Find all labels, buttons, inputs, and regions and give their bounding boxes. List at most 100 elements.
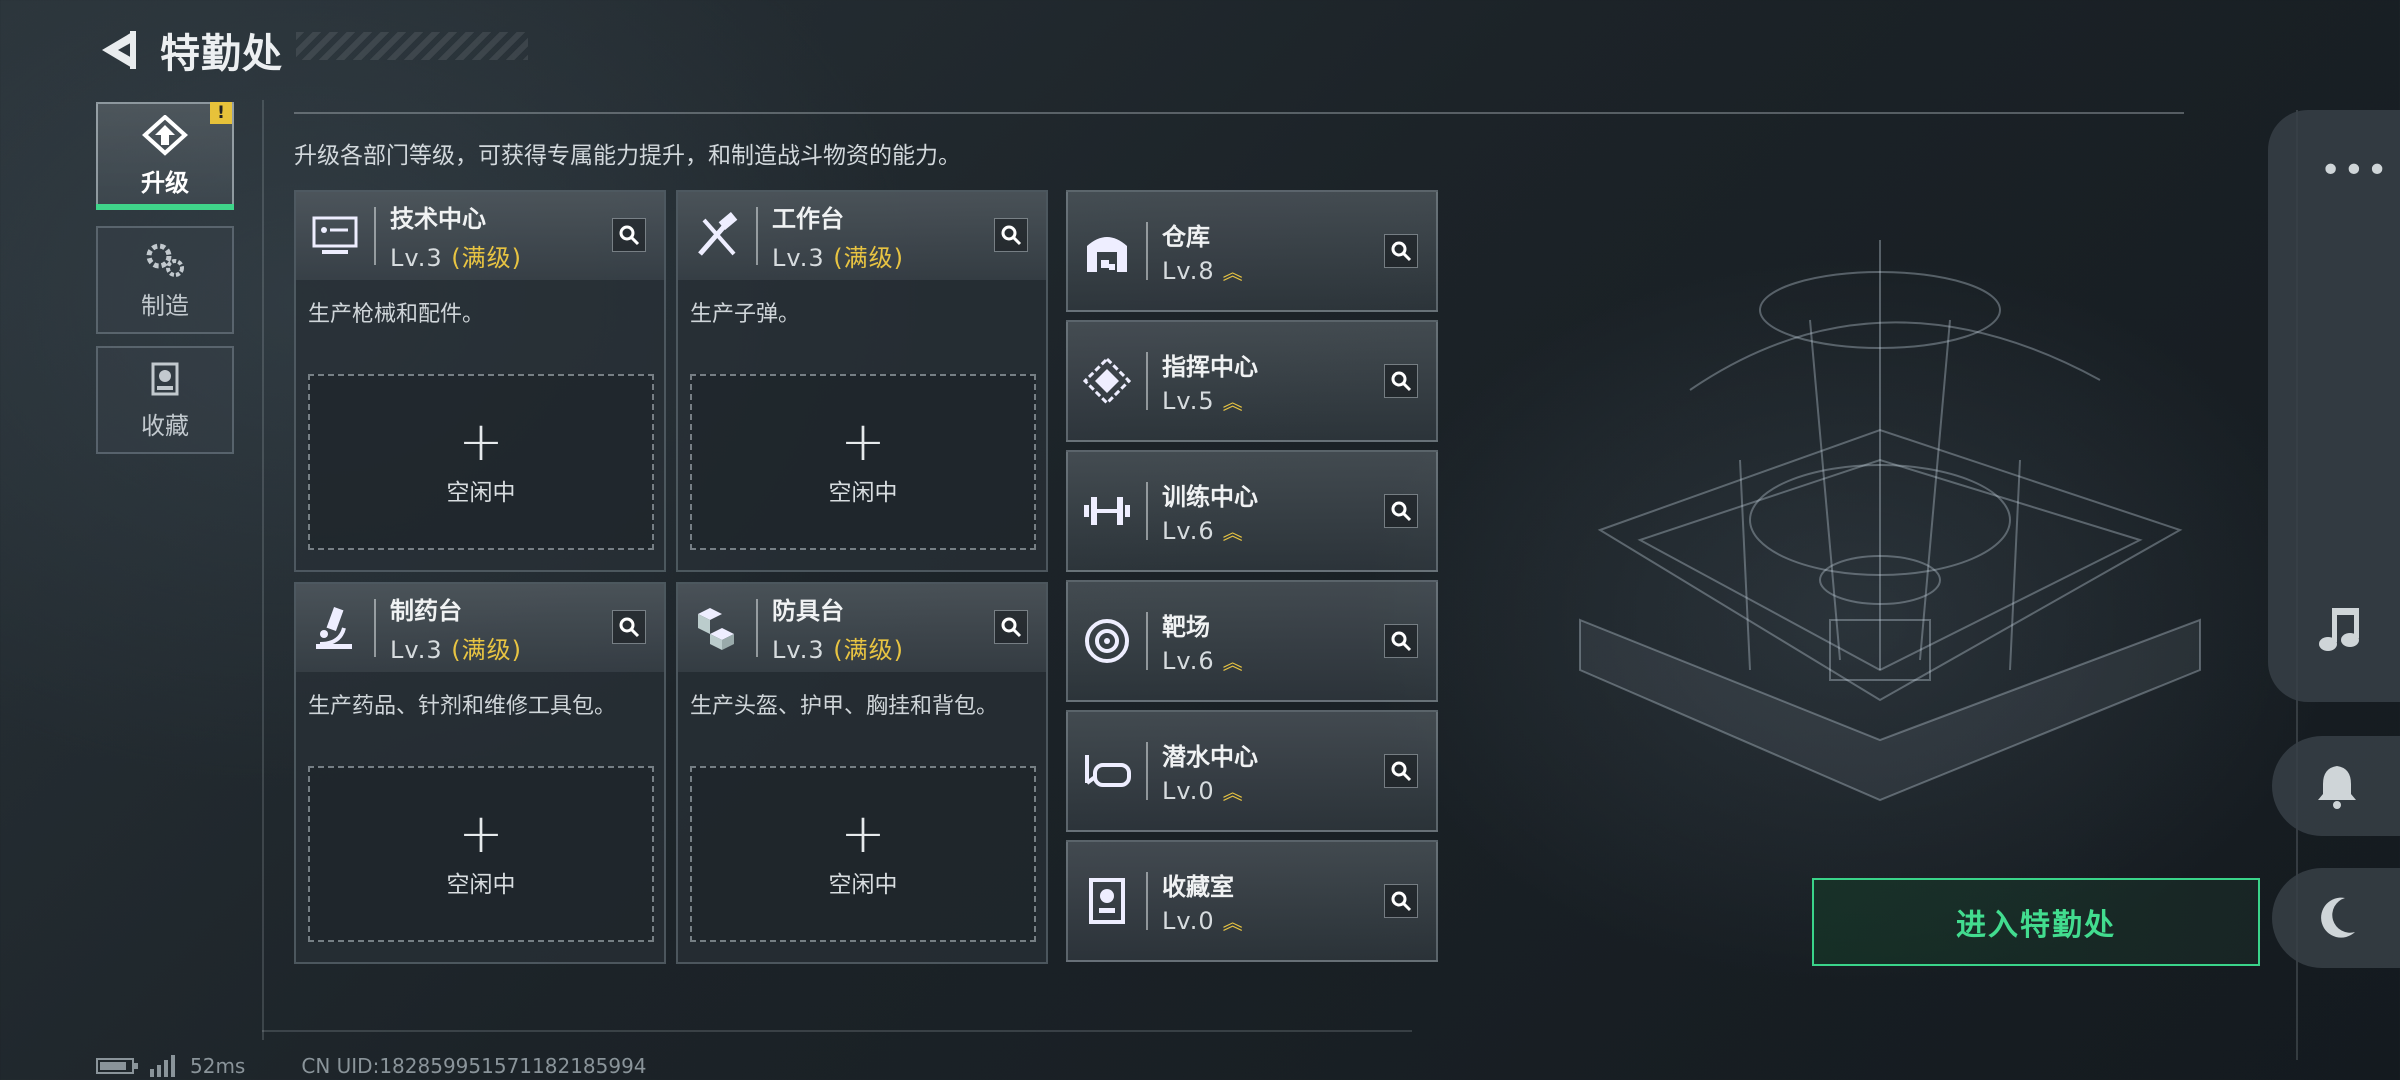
battery-icon bbox=[96, 1058, 138, 1074]
search-icon bbox=[619, 225, 640, 246]
tab-craft[interactable]: 制造 bbox=[96, 226, 234, 334]
trophy-icon bbox=[151, 362, 179, 395]
title-decoration bbox=[296, 32, 528, 60]
facility-max-tag: (满级) bbox=[451, 244, 522, 272]
search-button[interactable] bbox=[994, 218, 1028, 252]
search-button[interactable] bbox=[1384, 754, 1418, 788]
ping-value: 52ms bbox=[190, 1054, 246, 1078]
department-card-training-center[interactable]: 训练中心 Lv.6 ︽ bbox=[1066, 450, 1438, 572]
upgrade-icon bbox=[142, 114, 188, 156]
production-slot[interactable]: + 空闲中 bbox=[690, 374, 1036, 550]
tab-collection-label: 收藏 bbox=[141, 411, 189, 440]
slot-status: 空闲中 bbox=[446, 480, 516, 506]
search-icon bbox=[1391, 371, 1412, 392]
search-icon bbox=[1391, 241, 1412, 262]
music-button[interactable] bbox=[2318, 604, 2366, 658]
search-icon bbox=[1391, 891, 1412, 912]
moon-icon bbox=[2321, 897, 2355, 938]
status-footer: 52ms CN UID:182859951571182185994 bbox=[96, 1054, 647, 1078]
user-uid: CN UID:182859951571182185994 bbox=[301, 1054, 647, 1078]
facility-description: 生产药品、针剂和维修工具包。 bbox=[308, 694, 617, 719]
search-button[interactable] bbox=[612, 218, 646, 252]
separator bbox=[756, 599, 758, 657]
level-up-chevron-icon: ︽ bbox=[1222, 390, 1243, 414]
facility-description: 生产子弹。 bbox=[690, 302, 801, 327]
department-name: 潜水中心 bbox=[1162, 743, 1258, 771]
tools-icon bbox=[678, 192, 756, 280]
enter-special-ops-button[interactable]: 进入特勤处 bbox=[1812, 878, 2260, 966]
page-description: 升级各部门等级，可获得专属能力提升，和制造战斗物资的能力。 bbox=[294, 143, 961, 169]
back-arrow-icon bbox=[102, 31, 136, 69]
department-name: 指挥中心 bbox=[1162, 353, 1258, 381]
department-level: Lv.0 bbox=[1162, 907, 1215, 935]
plus-icon: + bbox=[840, 410, 886, 473]
search-icon bbox=[619, 617, 640, 638]
command-icon bbox=[1068, 320, 1146, 442]
search-button[interactable] bbox=[994, 610, 1028, 644]
slot-status: 空闲中 bbox=[828, 872, 898, 898]
department-name: 收藏室 bbox=[1162, 873, 1234, 901]
production-slot[interactable]: + 空闲中 bbox=[308, 766, 654, 942]
facility-level: Lv.3 bbox=[772, 244, 825, 272]
department-card-collection-room[interactable]: 收藏室 Lv.0 ︽ bbox=[1066, 840, 1438, 962]
level-up-chevron-icon: ︽ bbox=[1222, 520, 1243, 544]
computer-icon bbox=[296, 192, 374, 280]
separator bbox=[1146, 612, 1148, 670]
department-level: Lv.6 bbox=[1162, 517, 1215, 545]
search-button[interactable] bbox=[612, 610, 646, 644]
department-level: Lv.8 bbox=[1162, 257, 1215, 285]
trophy-case-icon bbox=[1068, 840, 1146, 962]
search-icon bbox=[1001, 225, 1022, 246]
night-mode-button[interactable] bbox=[2272, 868, 2400, 968]
level-up-chevron-icon: ︽ bbox=[1222, 780, 1243, 804]
search-button[interactable] bbox=[1384, 364, 1418, 398]
facility-level: Lv.3 bbox=[772, 636, 825, 664]
enter-button-label: 进入特勤处 bbox=[1956, 908, 2116, 943]
cubes-icon bbox=[678, 584, 756, 672]
facility-card-pharmacy: 制药台 Lv.3 (满级) 生产药品、针剂和维修工具包。 + 空闲中 bbox=[294, 582, 666, 964]
facility-card-workbench: 工作台 Lv.3 (满级) 生产子弹。 + 空闲中 bbox=[676, 190, 1048, 572]
notification-button[interactable] bbox=[2272, 736, 2400, 836]
department-card-diving-center[interactable]: 潜水中心 Lv.0 ︽ bbox=[1066, 710, 1438, 832]
department-level: Lv.0 bbox=[1162, 777, 1215, 805]
tab-collection[interactable]: 收藏 bbox=[96, 346, 234, 454]
facility-description: 生产头盔、护甲、胸挂和背包。 bbox=[690, 694, 999, 719]
separator bbox=[1146, 222, 1148, 280]
back-button[interactable] bbox=[96, 25, 140, 75]
level-up-chevron-icon: ︽ bbox=[1222, 650, 1243, 674]
more-options-icon[interactable]: ••• bbox=[2320, 150, 2390, 191]
search-button[interactable] bbox=[1384, 624, 1418, 658]
department-name: 仓库 bbox=[1162, 223, 1210, 251]
department-level: Lv.5 bbox=[1162, 387, 1215, 415]
department-name: 靶场 bbox=[1162, 613, 1210, 641]
hud-line-left bbox=[262, 100, 264, 1040]
department-card-shooting-range[interactable]: 靶场 Lv.6 ︽ bbox=[1066, 580, 1438, 702]
facility-max-tag: (满级) bbox=[833, 636, 904, 664]
warehouse-icon bbox=[1068, 190, 1146, 312]
signal-icon bbox=[150, 1055, 175, 1077]
separator bbox=[1146, 482, 1148, 540]
search-button[interactable] bbox=[1384, 494, 1418, 528]
department-card-command-center[interactable]: 指挥中心 Lv.5 ︽ bbox=[1066, 320, 1438, 442]
facility-name: 防具台 bbox=[772, 597, 844, 625]
hud-line-bottom bbox=[262, 1030, 1412, 1032]
production-slot[interactable]: + 空闲中 bbox=[690, 766, 1036, 942]
search-icon bbox=[1391, 631, 1412, 652]
slot-status: 空闲中 bbox=[446, 872, 516, 898]
facility-level: Lv.3 bbox=[390, 244, 443, 272]
hologram-base-illustration bbox=[1579, 240, 2201, 802]
search-button[interactable] bbox=[1384, 234, 1418, 268]
plus-icon: + bbox=[840, 802, 886, 865]
level-up-chevron-icon: ︽ bbox=[1222, 910, 1243, 934]
separator bbox=[374, 599, 376, 657]
department-level: Lv.6 bbox=[1162, 647, 1215, 675]
microscope-icon bbox=[296, 584, 374, 672]
music-note-icon bbox=[2319, 608, 2359, 651]
production-slot[interactable]: + 空闲中 bbox=[308, 374, 654, 550]
department-card-warehouse[interactable]: 仓库 Lv.8 ︽ bbox=[1066, 190, 1438, 312]
search-button[interactable] bbox=[1384, 884, 1418, 918]
search-icon bbox=[1001, 617, 1022, 638]
facility-name: 技术中心 bbox=[390, 205, 486, 233]
page-title: 特勤处 bbox=[160, 31, 283, 77]
dumbbell-icon bbox=[1068, 450, 1146, 572]
